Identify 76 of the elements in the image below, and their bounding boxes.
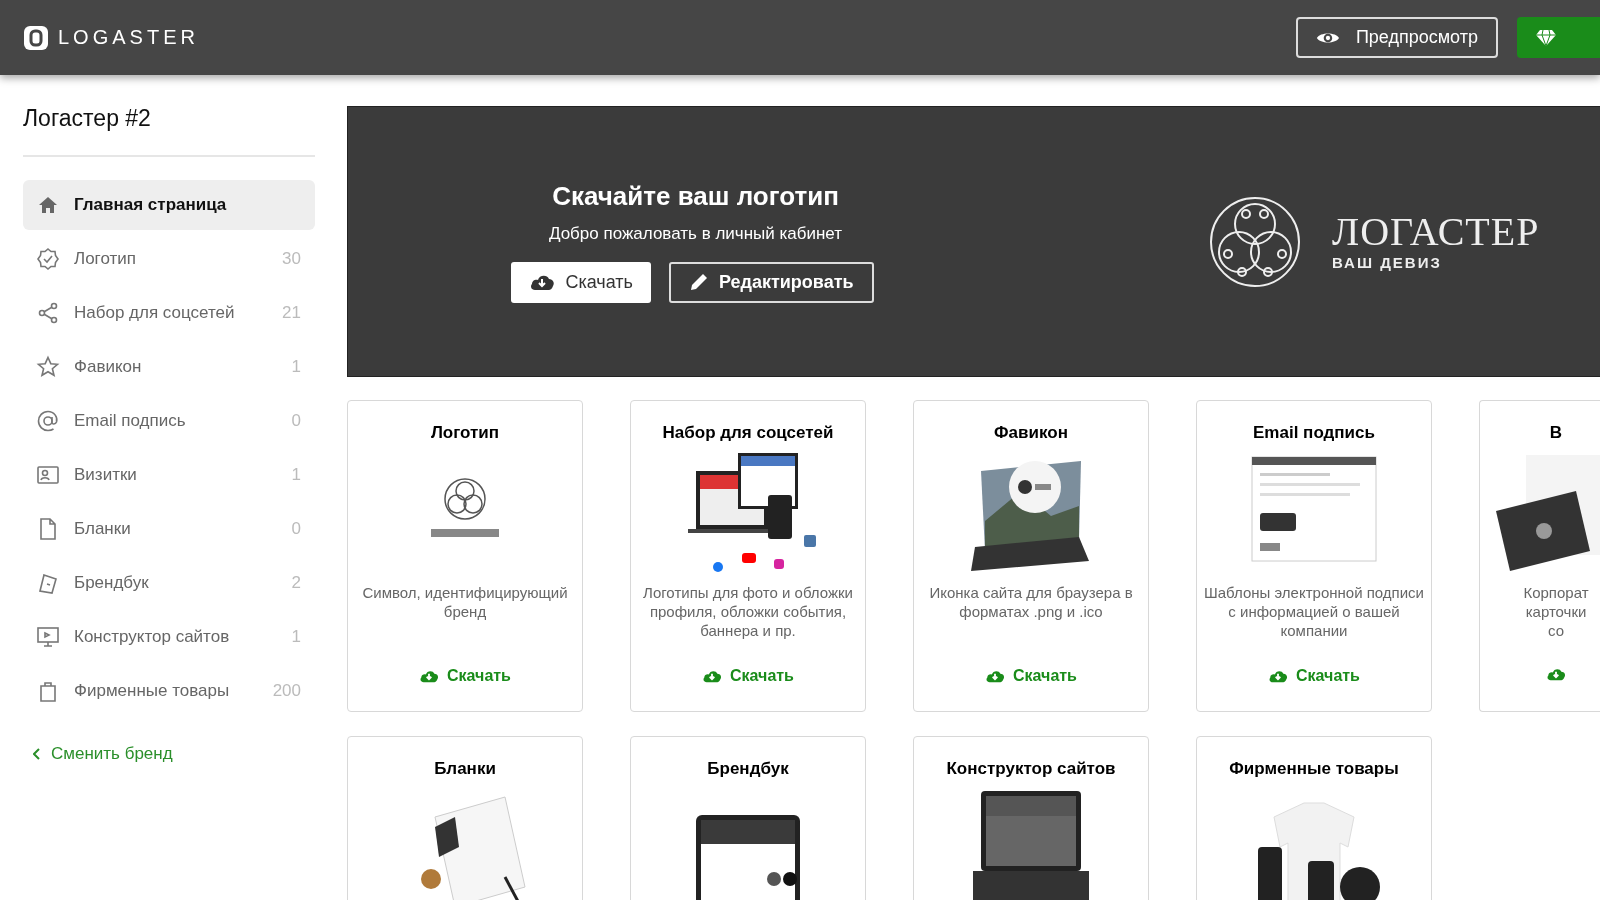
- card-icon: [36, 463, 60, 487]
- item-count: 1: [291, 465, 301, 485]
- edit-button[interactable]: Редактировать: [668, 261, 874, 303]
- item-count: 1: [291, 627, 301, 647]
- diamond-icon: [1535, 28, 1557, 47]
- sidebar-item-label: Фавикон: [74, 357, 143, 377]
- item-count: 30: [282, 249, 301, 269]
- card-title: Набор для соцсетей: [662, 423, 834, 443]
- cloud-download-icon: [702, 669, 723, 683]
- sidebar-item-label: Бланки: [74, 519, 132, 539]
- at-icon: [36, 409, 60, 433]
- card-download-link[interactable]: [1546, 667, 1566, 681]
- cloud-download-icon: [1268, 669, 1289, 683]
- card-title: Конструктор сайтов: [946, 759, 1116, 779]
- card-description: Символ, идентифицирующий бренд: [361, 583, 569, 622]
- card-title: Бланки: [434, 759, 496, 779]
- chevron-left-icon: [33, 748, 41, 760]
- preview-button[interactable]: Предпросмотр: [1296, 17, 1498, 58]
- card-download-link[interactable]: Скачать: [702, 667, 794, 685]
- download-button[interactable]: Скачать: [511, 261, 651, 303]
- sidebar-item[interactable]: Визитки 1: [23, 450, 315, 500]
- item-count: 1: [291, 357, 301, 377]
- sidebar-item-label: Брендбук: [74, 573, 150, 593]
- cloud-download-icon: [985, 669, 1006, 683]
- sidebar-item[interactable]: Набор для соцсетей 21: [23, 288, 315, 338]
- cloud-download-icon: [419, 669, 440, 683]
- sidebar-item-label: Конструктор сайтов: [74, 627, 231, 647]
- sidebar-item-label: Фирменные товары: [74, 681, 231, 701]
- item-count: 2: [291, 573, 301, 593]
- change-brand-link[interactable]: Сменить бренд: [33, 744, 173, 764]
- share-icon: [36, 301, 60, 325]
- card-download-link[interactable]: Скачать: [1268, 667, 1360, 685]
- card-title: Фавикон: [994, 423, 1068, 443]
- card-description: Корпорат карточки со: [1523, 583, 1589, 641]
- sidebar-item[interactable]: Брендбук 2: [23, 558, 315, 608]
- item-count: 200: [272, 681, 301, 701]
- card-title: В: [1549, 423, 1563, 443]
- card-description: Иконка сайта для браузера в форматах .png и .ico: [928, 583, 1134, 622]
- badge-icon: [36, 247, 60, 271]
- sidebar-item[interactable]: Логотип 30: [23, 234, 315, 284]
- sidebar-item[interactable]: Главная страница: [23, 180, 315, 230]
- sidebar-item-label: Email подпись: [74, 411, 187, 431]
- site-icon: [36, 625, 60, 649]
- card-download-link[interactable]: Скачать: [985, 667, 1077, 685]
- sidebar-item[interactable]: Фавикон 1: [23, 342, 315, 392]
- logo-slogan: ВАШ ДЕВИЗ: [1332, 254, 1443, 271]
- card-download-link[interactable]: Скачать: [419, 667, 511, 685]
- book-icon: [36, 571, 60, 595]
- sidebar-item-label: Главная страница: [74, 195, 228, 215]
- cloud-download-icon: [529, 273, 556, 291]
- item-count: 21: [282, 303, 301, 323]
- logo-icon: [23, 24, 49, 51]
- sidebar-item-label: Визитки: [74, 465, 138, 485]
- sidebar-item[interactable]: Конструктор сайтов 1: [23, 612, 315, 662]
- cloud-download-icon: [1546, 667, 1566, 681]
- card-title: Логотип: [430, 423, 500, 443]
- banner-subtitle: Добро пожаловать в личный кабинет: [548, 223, 843, 244]
- sidebar-item[interactable]: Фирменные товары 200: [23, 666, 315, 716]
- banner-title: Скачайте ваш логотип: [552, 180, 839, 212]
- brand-name: LOGASTER: [58, 26, 199, 49]
- card-description: Логотипы для фото и обложки профиля, обложки события, баннера и пр.: [642, 583, 854, 641]
- pencil-icon: [688, 272, 709, 292]
- star-icon: [36, 355, 60, 379]
- sidebar-item[interactable]: Email подпись 0: [23, 396, 315, 446]
- item-count: 0: [291, 411, 301, 431]
- sidebar-item-label: Логотип: [74, 249, 137, 269]
- sidebar-item[interactable]: Бланки 0: [23, 504, 315, 554]
- card-title: Фирменные товары: [1229, 759, 1399, 779]
- item-count: 0: [291, 519, 301, 539]
- card-title: Брендбук: [707, 759, 789, 779]
- brand-title: Логастер #2: [23, 105, 315, 157]
- premium-button[interactable]: [1517, 17, 1600, 58]
- card-title: Email подпись: [1253, 423, 1375, 443]
- logo-name: ЛОГАСТЕР: [1332, 212, 1540, 252]
- sidebar-item-label: Набор для соцсетей: [74, 303, 236, 323]
- card-description: Шаблоны электронной подписи с информацией о вашей компании: [1203, 583, 1425, 641]
